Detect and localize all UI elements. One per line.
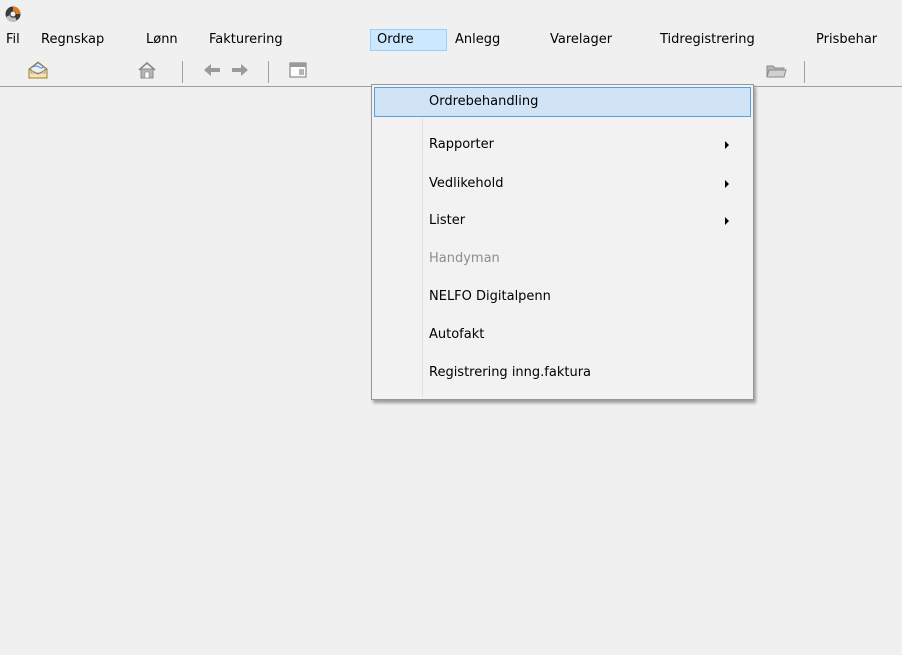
menu-tidregistrering[interactable]: Tidregistrering [654, 29, 761, 51]
home-icon[interactable] [136, 59, 158, 81]
menu-regnskap[interactable]: Regnskap [35, 29, 110, 51]
menu-item-label: Registrering inng.faktura [429, 365, 592, 380]
menu-item-label: Autofakt [429, 327, 485, 342]
submenu-arrow-icon [725, 141, 729, 149]
toolbar-separator [182, 61, 183, 83]
menu-item-vedlikehold[interactable]: Vedlikehold [374, 169, 751, 199]
title-bar [0, 0, 902, 28]
menu-lonn[interactable]: Lønn [140, 29, 184, 51]
toolbar-separator [268, 61, 269, 83]
menu-prisbehandling[interactable]: Prisbehar [810, 29, 883, 51]
menu-item-label: Handyman [429, 251, 500, 266]
submenu-arrow-icon [725, 217, 729, 225]
menu-item-ordrebehandling[interactable]: Ordrebehandling [374, 87, 751, 117]
submenu-arrow-icon [725, 180, 729, 188]
menu-item-lister[interactable]: Lister [374, 206, 751, 236]
menu-item-registrering-inng-faktura[interactable]: Registrering inng.faktura [374, 358, 751, 388]
menu-item-label: Vedlikehold [429, 176, 504, 191]
ordre-dropdown-menu: Ordrebehandling Rapporter Vedlikehold Li… [371, 84, 754, 400]
window-icon[interactable] [287, 59, 309, 81]
menu-ordre[interactable]: Ordre [370, 29, 447, 51]
menu-varelager[interactable]: Varelager [544, 29, 618, 51]
menu-item-label: Ordrebehandling [429, 94, 539, 109]
forward-arrow-icon[interactable] [229, 59, 251, 81]
app-logo-icon [5, 6, 21, 23]
menu-item-rapporter[interactable]: Rapporter [374, 130, 751, 160]
menu-item-label: Lister [429, 213, 466, 228]
menu-item-label: Rapporter [429, 137, 494, 152]
back-arrow-icon[interactable] [201, 59, 223, 81]
menu-fakturering[interactable]: Fakturering [203, 29, 289, 51]
toolbar [0, 54, 902, 86]
menu-item-handyman: Handyman [374, 244, 751, 274]
menu-bar: Fil Regnskap Lønn Fakturering Ordre Anle… [0, 27, 902, 54]
mail-icon[interactable] [27, 59, 49, 81]
menu-item-label: NELFO Digitalpenn [429, 289, 551, 304]
menu-anlegg[interactable]: Anlegg [449, 29, 506, 51]
menu-item-autofakt[interactable]: Autofakt [374, 320, 751, 350]
toolbar-separator [804, 61, 805, 83]
folder-icon[interactable] [765, 59, 787, 81]
menu-item-nelfo-digitalpenn[interactable]: NELFO Digitalpenn [374, 282, 751, 312]
menu-fil[interactable]: Fil [0, 29, 26, 51]
